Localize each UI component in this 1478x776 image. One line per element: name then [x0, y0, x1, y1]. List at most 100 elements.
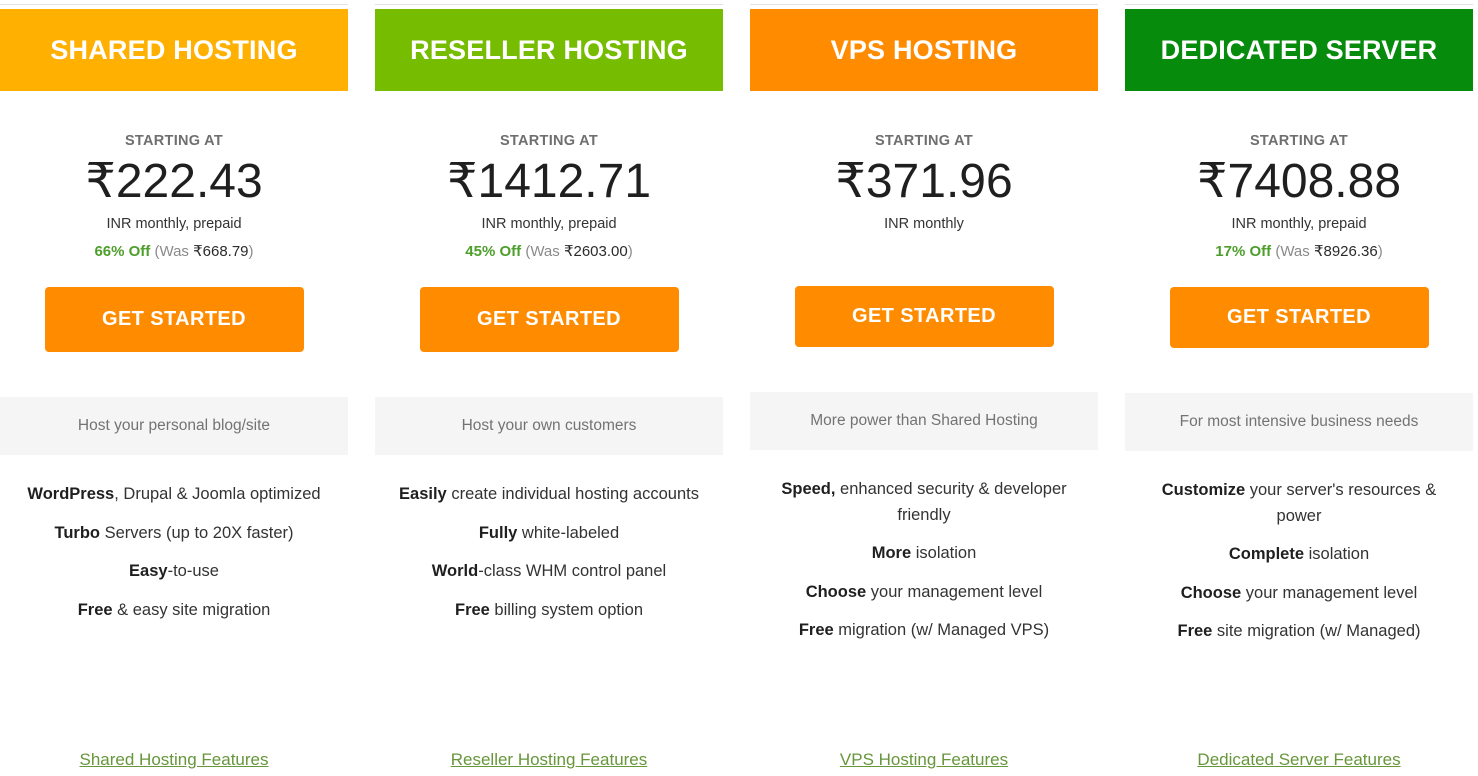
feature-highlight: Free — [798, 621, 834, 640]
feature-text: your server's resources & power — [1245, 481, 1437, 525]
features-link-wrapper: Reseller Hosting Features — [375, 750, 723, 776]
plan-title: RESELLER HOSTING — [410, 34, 688, 65]
get-started-button[interactable]: GET STARTED — [419, 287, 679, 353]
pricing-table: SHARED HOSTING STARTING AT ₹222.43 INR mont… — [0, 0, 1478, 776]
get-started-button[interactable]: GET STARTED — [794, 286, 1054, 348]
feature-list: Customize your server's resources & powe… — [1125, 451, 1473, 658]
feature-highlight: Turbo — [54, 523, 100, 542]
feature-item: Free migration (w/ Managed VPS) — [766, 618, 1082, 644]
feature-item: Turbo Servers (up to 20X faster) — [16, 521, 332, 547]
feature-item: Customize your server's resources & powe… — [1141, 478, 1457, 529]
price-discount: 45% Off (Was ₹2603.00) — [375, 242, 723, 260]
features-link[interactable]: Reseller Hosting Features — [451, 750, 648, 769]
features-link-wrapper: VPS Hosting Features — [750, 750, 1098, 776]
feature-highlight: More — [871, 544, 912, 563]
price-amount: ₹7408.88 — [1196, 155, 1402, 208]
card-top-divider — [1125, 4, 1473, 5]
discount-was-amount: ₹668.79 — [193, 243, 249, 261]
feature-text: site migration (w/ Managed) — [1212, 622, 1421, 641]
tagline-text: Host your own customers — [461, 417, 637, 435]
feature-item: Choose your management level — [1141, 581, 1457, 607]
tagline-band: Host your personal blog/site — [0, 397, 348, 456]
discount-was-amount: ₹2603.00 — [563, 243, 628, 261]
feature-item: More isolation — [766, 541, 1082, 567]
features-link-wrapper: Shared Hosting Features — [0, 750, 348, 776]
price-block: STARTING AT ₹222.43 INR monthly, prepaid 66… — [0, 91, 348, 260]
price-block: STARTING AT ₹7408.88 INR monthly, prepaid 1… — [1125, 91, 1473, 260]
features-link-wrapper: Dedicated Server Features — [1125, 750, 1473, 776]
feature-text: create individual hosting accounts — [446, 485, 699, 504]
feature-list: Speed, enhanced security & developer fri… — [750, 450, 1098, 657]
features-link[interactable]: Dedicated Server Features — [1197, 750, 1400, 769]
feature-item: Free billing system option — [391, 598, 707, 624]
feature-text: white-labeled — [517, 523, 620, 542]
feature-highlight: Speed, — [781, 480, 836, 499]
price-discount: 17% Off (Was ₹8926.36) — [1125, 242, 1473, 260]
discount-suffix: ) — [248, 243, 254, 261]
plan-header: DEDICATED SERVER — [1125, 9, 1473, 91]
feature-text: isolation — [911, 544, 977, 563]
starting-at-label: STARTING AT — [874, 133, 974, 149]
feature-highlight: Easily — [399, 485, 447, 504]
feature-text: your management level — [1241, 583, 1418, 602]
price-amount: ₹1412.71 — [446, 155, 652, 208]
feature-highlight: Choose — [1180, 583, 1242, 602]
discount-was-prefix: (Was — [150, 243, 194, 261]
plan-header: VPS HOSTING — [750, 9, 1098, 91]
feature-highlight: WordPress — [27, 485, 115, 504]
feature-text: -class WHM control panel — [478, 562, 667, 581]
price-terms: INR monthly, prepaid — [1231, 216, 1367, 233]
get-started-button[interactable]: GET STARTED — [44, 287, 304, 353]
get-started-button[interactable]: GET STARTED — [1169, 287, 1429, 349]
cta-wrapper: GET STARTED — [375, 287, 723, 353]
cta-wrapper: GET STARTED — [750, 286, 1098, 348]
feature-highlight: Complete — [1228, 545, 1305, 564]
discount-was-prefix: (Was — [1271, 243, 1314, 261]
feature-item: Complete isolation — [1141, 542, 1457, 568]
features-link[interactable]: VPS Hosting Features — [840, 750, 1008, 769]
price-amount: ₹222.43 — [85, 155, 263, 208]
feature-item: Fully white-labeled — [391, 521, 707, 547]
feature-text: & easy site migration — [112, 600, 271, 619]
feature-item: World-class WHM control panel — [391, 559, 707, 585]
discount-suffix: ) — [1377, 243, 1383, 261]
starting-at-label: STARTING AT — [1249, 133, 1349, 149]
tagline-text: For most intensive business needs — [1179, 413, 1419, 431]
tagline-band: Host your own customers — [375, 397, 723, 456]
price-block: STARTING AT ₹1412.71 INR monthly, prepaid 4… — [375, 91, 723, 260]
cta-wrapper: GET STARTED — [0, 287, 348, 353]
feature-text: billing system option — [489, 600, 644, 619]
feature-highlight: Customize — [1161, 481, 1246, 500]
discount-percent: 45% Off — [465, 243, 522, 261]
feature-highlight: World — [431, 562, 479, 581]
plan-card: RESELLER HOSTING STARTING AT ₹1412.71 INR m… — [375, 0, 723, 776]
card-top-divider — [0, 4, 348, 5]
cta-wrapper: GET STARTED — [1125, 287, 1473, 349]
tagline-text: Host your personal blog/site — [77, 417, 271, 435]
feature-text: -to-use — [167, 562, 219, 581]
feature-item: Choose your management level — [766, 580, 1082, 606]
feature-item: Easy-to-use — [16, 559, 332, 585]
card-top-divider — [375, 4, 723, 5]
plan-title: DEDICATED SERVER — [1160, 34, 1438, 65]
feature-text: your management level — [866, 582, 1043, 601]
price-terms: INR monthly — [884, 216, 964, 233]
price-discount: 66% Off (Was ₹668.79) — [0, 242, 348, 260]
card-top-divider — [750, 4, 1098, 5]
feature-text: Servers (up to 20X faster) — [100, 523, 294, 542]
price-block: STARTING AT ₹371.96 INR monthly — [750, 91, 1098, 259]
feature-item: Free site migration (w/ Managed) — [1141, 619, 1457, 645]
feature-text: enhanced security & developer friendly — [835, 480, 1067, 524]
feature-list: WordPress, Drupal & Joomla optimized Turb… — [0, 455, 348, 636]
starting-at-label: STARTING AT — [124, 133, 224, 149]
features-link[interactable]: Shared Hosting Features — [80, 750, 269, 769]
price-terms: INR monthly, prepaid — [106, 216, 242, 233]
feature-item: WordPress, Drupal & Joomla optimized — [16, 482, 332, 508]
discount-was-prefix: (Was — [521, 243, 564, 261]
feature-item: Easily create individual hosting account… — [391, 482, 707, 508]
feature-highlight: Free — [77, 600, 113, 619]
tagline-band: For most intensive business needs — [1125, 393, 1473, 452]
feature-highlight: Easy — [129, 562, 168, 581]
plan-card: DEDICATED SERVER STARTING AT ₹7408.88 INR m… — [1125, 0, 1473, 776]
discount-percent: 17% Off — [1215, 243, 1272, 261]
